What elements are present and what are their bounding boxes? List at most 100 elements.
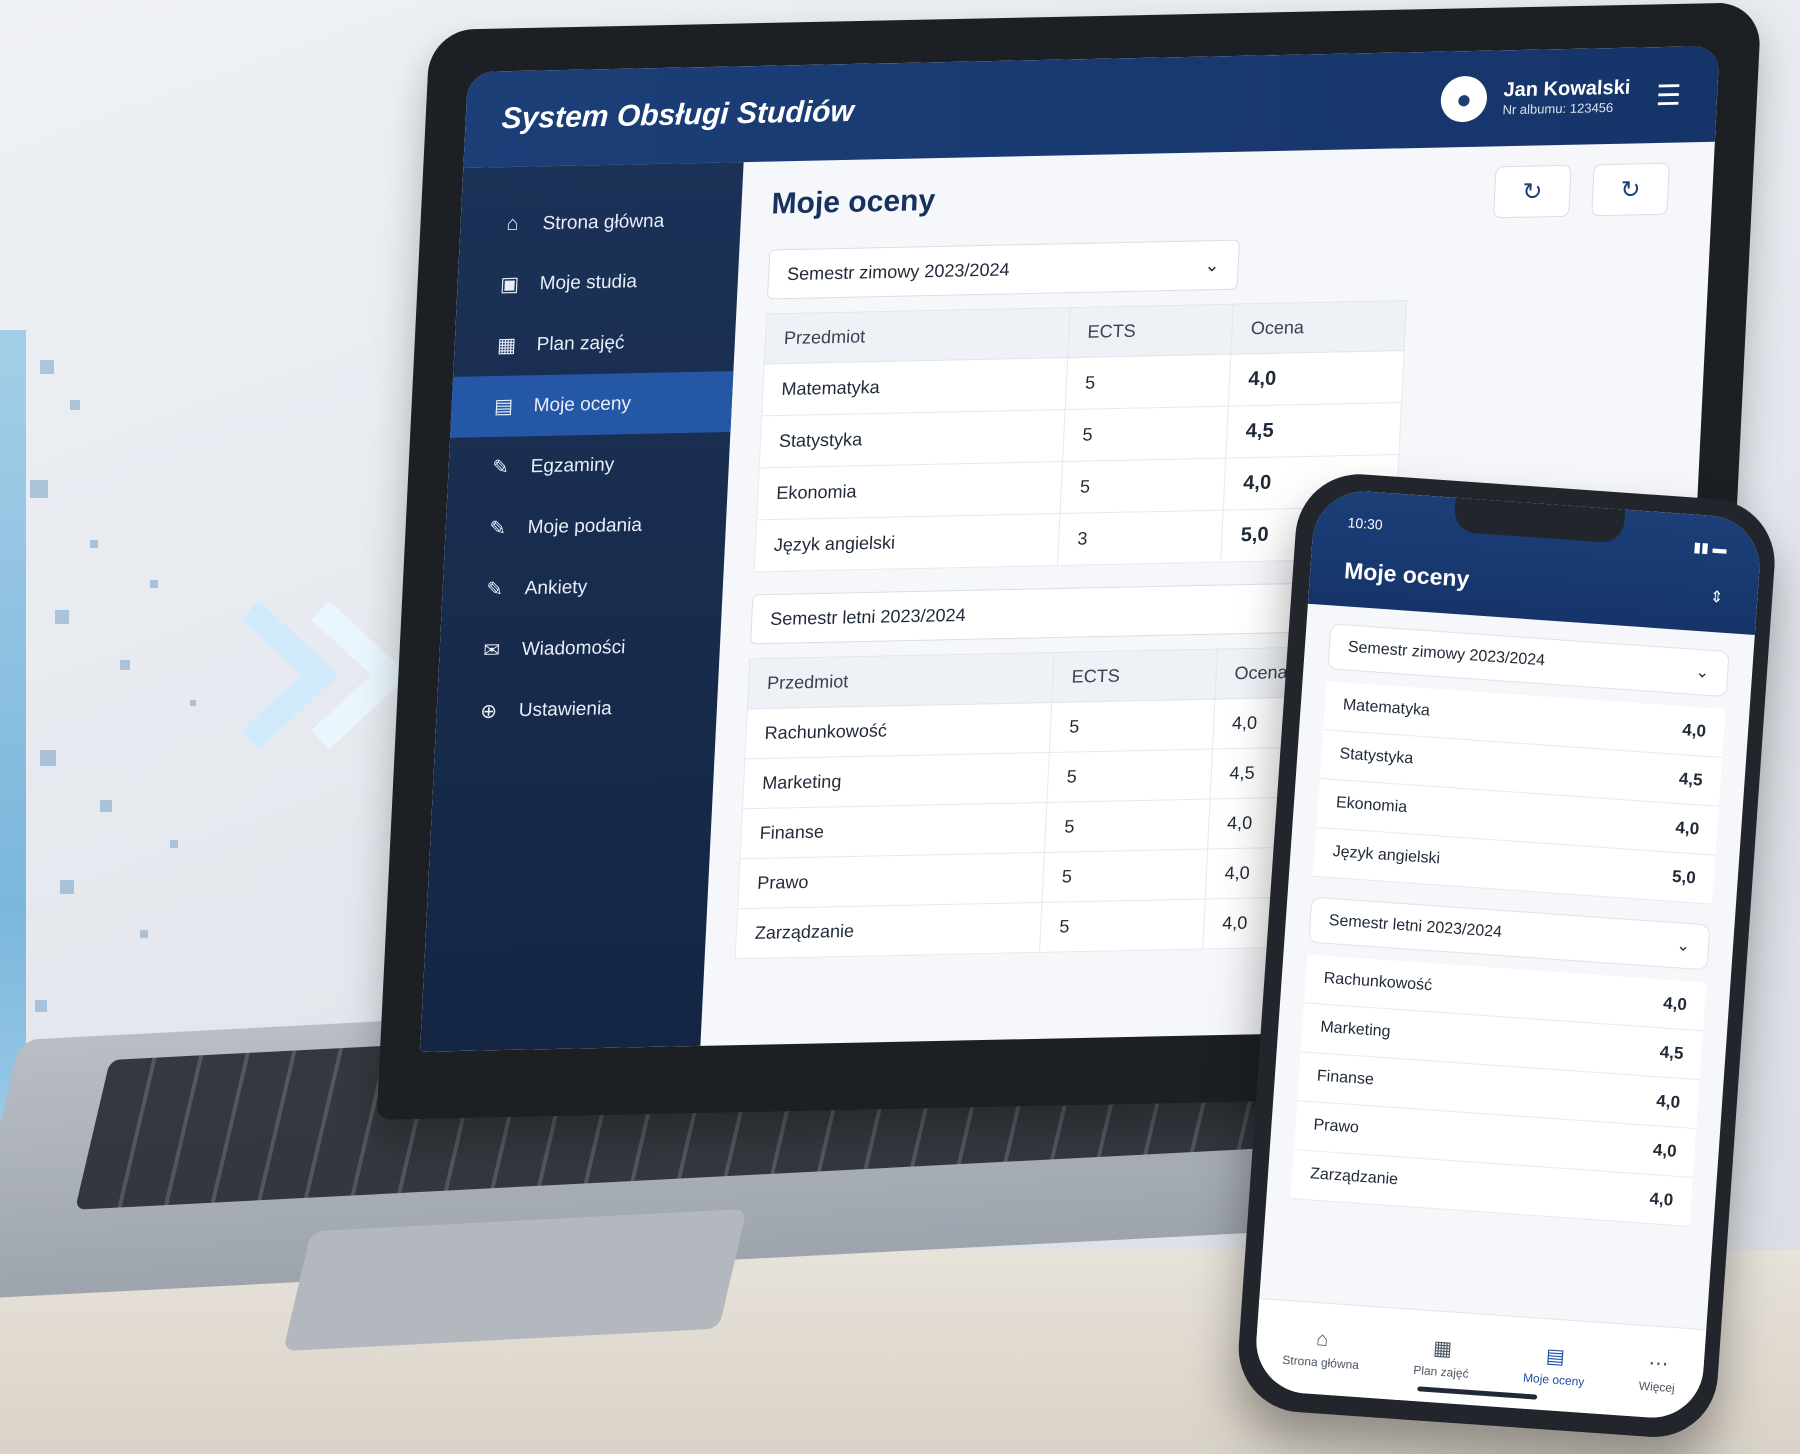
cell-ects: 3 (1057, 510, 1224, 566)
column-header-subject: Przedmiot (764, 307, 1071, 364)
settings-icon: ⊕ (479, 700, 498, 723)
sidebar-item-label: Ankiety (524, 576, 588, 599)
nav-item-grades[interactable]: ▤ Moje oceny (1523, 1342, 1587, 1389)
item-subject: Finanse (1316, 1067, 1375, 1089)
nav-item-label: Plan zajęć (1412, 1362, 1470, 1381)
cell-grade: 4,0 (1228, 350, 1405, 407)
nav-item-home[interactable]: ⌂ Strona główna (1282, 1326, 1361, 1372)
cell-subject: Marketing (742, 752, 1050, 809)
refresh-button[interactable]: ↻ (1493, 164, 1572, 219)
item-subject: Prawo (1312, 1116, 1360, 1137)
sidebar-item-exams[interactable]: ✎ Egzaminy (447, 432, 730, 499)
nav-item-schedule[interactable]: ▦ Plan zajęć (1412, 1334, 1471, 1381)
sidebar-item-grades[interactable]: ▤ Moje oceny (450, 371, 734, 438)
sidebar-item-applications[interactable]: ✎ Moje podania (444, 493, 727, 560)
item-subject: Język angielski (1332, 843, 1441, 868)
item-subject: Statystyka (1338, 745, 1414, 768)
chevron-down-icon: ⌄ (1204, 254, 1221, 275)
phone-page-title: Moje oceny (1343, 557, 1471, 592)
grades-icon: ▤ (1545, 1345, 1566, 1369)
item-subject: Marketing (1319, 1018, 1392, 1041)
phone-screen: 10:30 ▮▮ ▬ Moje oceny ⇕ Semestr zimowy 2… (1252, 488, 1763, 1422)
edit-icon: ✎ (488, 517, 507, 540)
item-grade: 4,5 (1678, 769, 1704, 790)
cell-ects: 5 (1065, 354, 1232, 410)
laptop-trackpad (283, 1208, 747, 1352)
cell-ects: 5 (1060, 458, 1227, 514)
item-grade: 4,0 (1681, 720, 1707, 741)
column-header-ects: ECTS (1051, 649, 1218, 703)
item-subject: Zarządzanie (1309, 1165, 1399, 1189)
sidebar-item-label: Egzaminy (530, 453, 615, 477)
grades-icon: ▤ (493, 395, 514, 419)
cell-subject: Język angielski (754, 513, 1061, 572)
refresh-icon: ↻ (1521, 177, 1544, 206)
calendar-icon: ▦ (496, 334, 517, 358)
chevron-down-icon: ⌄ (1675, 937, 1691, 956)
mail-icon: ✉ (482, 639, 501, 662)
item-subject: Rachunkowość (1323, 969, 1433, 995)
sidebar: ⌂ Strona główna ▣ Moje studia ▦ Plan zajęć … (420, 162, 744, 1052)
cell-ects: 5 (1039, 899, 1205, 953)
more-icon: ⋯ (1647, 1352, 1670, 1376)
cell-ects: 5 (1044, 799, 1210, 853)
semester-select-winter[interactable]: Semestr zimowy 2023/2024 ⌄ (766, 239, 1240, 300)
item-grade: 4,5 (1659, 1042, 1685, 1063)
sidebar-item-label: Moje studia (539, 270, 638, 294)
nav-item-more[interactable]: ⋯ Więcej (1638, 1350, 1677, 1395)
sidebar-item-label: Strona główna (542, 210, 665, 234)
sidebar-item-schedule[interactable]: ▦ Plan zajęć (453, 310, 736, 377)
sidebar-item-studies[interactable]: ▣ Moje studia (456, 249, 739, 316)
cell-ects: 5 (1047, 749, 1213, 803)
cell-subject: Matematyka (761, 357, 1068, 416)
column-header-subject: Przedmiot (747, 652, 1055, 709)
cell-grade: 4,5 (1226, 402, 1402, 459)
home-icon: ⌂ (1315, 1328, 1330, 1351)
item-grade: 4,0 (1655, 1091, 1681, 1112)
filter-icon[interactable]: ⇕ (1709, 586, 1724, 607)
sync-icon: ↻ (1619, 175, 1642, 204)
item-grade: 4,0 (1648, 1189, 1674, 1210)
cell-subject: Ekonomia (756, 461, 1063, 520)
cell-subject: Prawo (737, 852, 1045, 909)
edit-icon: ✎ (485, 578, 504, 601)
cell-ects: 5 (1062, 406, 1229, 462)
item-grade: 5,0 (1671, 866, 1697, 888)
item-grade: 4,0 (1674, 817, 1700, 839)
clipboard-icon: ▣ (499, 273, 520, 297)
cell-ects: 5 (1042, 849, 1208, 903)
sidebar-item-label: Moje podania (527, 514, 643, 538)
home-icon: ⌂ (505, 212, 520, 236)
cell-subject: Rachunkowość (744, 702, 1052, 759)
semester-select-value: Semestr zimowy 2023/2024 (786, 258, 1011, 284)
column-header-ects: ECTS (1067, 304, 1234, 358)
sidebar-item-label: Moje oceny (533, 392, 632, 416)
semester-select-value: Semestr zimowy 2023/2024 (1347, 638, 1546, 670)
user-avatar-icon: ● (1439, 75, 1489, 123)
sidebar-item-label: Ustawienia (518, 697, 613, 721)
signal-battery-icon: ▮▮ ▬ (1692, 538, 1728, 557)
item-grade: 4,0 (1662, 993, 1688, 1015)
nav-item-label: Więcej (1638, 1378, 1676, 1396)
calendar-icon: ▦ (1432, 1337, 1453, 1361)
cell-subject: Finanse (740, 802, 1048, 859)
sidebar-item-surveys[interactable]: ✎ Ankiety (441, 554, 724, 621)
column-header-grade: Ocena (1231, 300, 1407, 355)
phone-body-content: Semestr zimowy 2023/2024 ⌄ Matematyka 4,0… (1264, 604, 1755, 1267)
chevron-down-icon: ⌄ (1695, 663, 1710, 682)
sidebar-item-label: Wiadomości (521, 636, 626, 660)
nav-item-label: Strona główna (1281, 1352, 1360, 1373)
sidebar-item-home[interactable]: ⌂ Strona główna (459, 190, 742, 255)
nav-item-label: Moje oceny (1522, 1370, 1585, 1389)
sync-button[interactable]: ↻ (1591, 162, 1670, 217)
cell-subject: Zarządzanie (735, 902, 1043, 959)
sidebar-item-label: Plan zajęć (536, 331, 625, 355)
item-grade: 4,0 (1652, 1140, 1678, 1161)
user-name: Jan Kowalski (1502, 76, 1631, 102)
menu-icon[interactable]: ☰ (1655, 78, 1682, 112)
user-album-number: Nr albumu: 123456 (1502, 99, 1614, 118)
user-profile[interactable]: ● Jan Kowalski Nr albumu: 123456 (1439, 73, 1631, 123)
item-subject: Matematyka (1342, 696, 1431, 720)
sidebar-item-messages[interactable]: ✉ Wiadomości (438, 615, 721, 682)
sidebar-item-settings[interactable]: ⊕ Ustawienia (435, 676, 718, 743)
